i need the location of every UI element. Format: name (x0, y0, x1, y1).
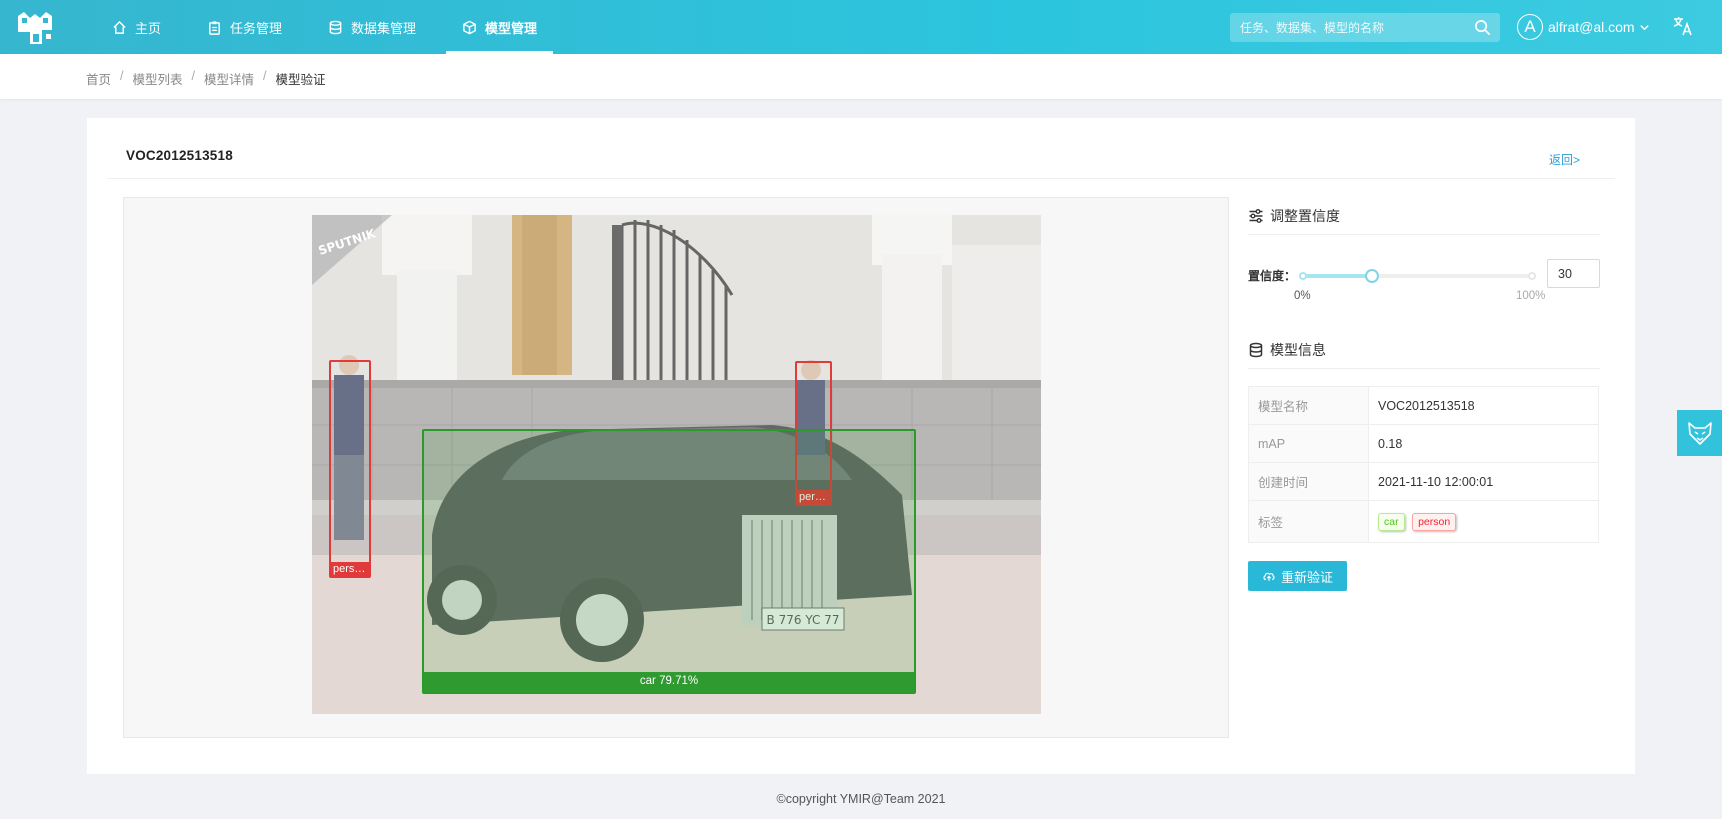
nav-tasks-label: 任务管理 (230, 20, 283, 36)
settings-panel: 调整置信度 置信度： 0% 100% 模型信息 模型名称 VOC20125135… (1248, 197, 1600, 591)
breadcrumb-home[interactable]: 首页 (86, 69, 111, 88)
confidence-heading: 调整置信度 (1270, 207, 1340, 224)
slider-track-fill (1303, 274, 1372, 278)
info-key: 模型名称 (1248, 386, 1369, 425)
nav-home[interactable]: 主页 (96, 0, 177, 54)
tag-list: car person (1368, 500, 1599, 543)
table-row: 模型名称 VOC2012513518 (1248, 386, 1599, 425)
breadcrumb-model-detail[interactable]: 模型详情 (204, 69, 254, 88)
fox-logo-icon (1687, 422, 1712, 445)
nav-models-label: 模型管理 (485, 20, 538, 36)
info-value: VOC2012513518 (1368, 386, 1599, 425)
language-switch-icon[interactable] (1672, 15, 1694, 37)
avatar: A (1517, 14, 1543, 40)
database-icon (329, 20, 342, 34)
validation-card: VOC2012513518 返回> B 776 YC 77 SPUTNIK pe… (87, 118, 1635, 774)
nav-datasets[interactable]: 数据集管理 (312, 0, 432, 54)
top-navigation-bar: 主页 任务管理 数据集管理 模型管理 A alfrat@al.com (0, 0, 1722, 54)
table-row: 标签 car person (1248, 500, 1599, 543)
sliders-icon (1249, 208, 1263, 223)
breadcrumb-separator: / (191, 69, 195, 83)
revalidate-button[interactable]: 重新验证 (1248, 561, 1347, 591)
confidence-control: 置信度： 0% 100% (1248, 235, 1600, 331)
main-nav: 主页 任务管理 数据集管理 模型管理 (96, 0, 567, 54)
detection-label: car 79.71% (424, 672, 914, 692)
model-info-table: 模型名称 VOC2012513518 mAP 0.18 创建时间 2021-11… (1248, 386, 1599, 543)
nav-home-label: 主页 (135, 20, 162, 36)
breadcrumb: 首页 / 模型列表 / 模型详情 / 模型验证 (86, 69, 326, 88)
user-menu[interactable]: A alfrat@al.com (1517, 12, 1650, 42)
model-info-heading: 模型信息 (1270, 341, 1326, 358)
detection-label: perso... (331, 562, 369, 576)
image-preview-panel: B 776 YC 77 SPUTNIK perso... pers... car… (123, 197, 1229, 738)
nav-models[interactable]: 模型管理 (446, 0, 554, 54)
ymir-logo[interactable] (16, 10, 54, 46)
slider-min-label: 0% (1294, 290, 1311, 302)
breadcrumb-separator: / (263, 69, 267, 83)
info-value: 2021-11-10 12:00:01 (1368, 462, 1599, 501)
confidence-slider[interactable] (1299, 269, 1536, 283)
table-row: mAP 0.18 (1248, 424, 1599, 463)
detection-box-person-left[interactable]: perso... (329, 360, 371, 578)
info-value: 0.18 (1368, 424, 1599, 463)
detection-box-car[interactable]: car 79.71% (422, 429, 916, 694)
home-icon (113, 20, 126, 34)
table-row: 创建时间 2021-11-10 12:00:01 (1248, 462, 1599, 501)
page-title: VOC2012513518 (126, 148, 233, 163)
breadcrumb-bar: 首页 / 模型列表 / 模型详情 / 模型验证 (0, 54, 1722, 99)
info-key: 标签 (1248, 500, 1369, 543)
tag-car: car (1378, 512, 1405, 531)
back-link[interactable]: 返回> (1549, 151, 1580, 168)
database-icon (1249, 342, 1263, 357)
search-icon[interactable] (1474, 19, 1491, 36)
footer-copyright: ©copyright YMIR@Team 2021 (776, 792, 946, 806)
breadcrumb-model-list[interactable]: 模型列表 (133, 69, 183, 88)
nav-datasets-label: 数据集管理 (351, 20, 417, 36)
info-key: mAP (1248, 424, 1369, 463)
global-search (1230, 13, 1500, 42)
slider-min-dot (1299, 272, 1307, 280)
chevron-down-icon (1639, 24, 1649, 30)
info-key: 创建时间 (1248, 462, 1369, 501)
divider (107, 178, 1615, 179)
confidence-label: 置信度： (1248, 269, 1297, 283)
confidence-input[interactable] (1547, 259, 1600, 288)
breadcrumb-current: 模型验证 (275, 73, 326, 87)
confidence-section-header: 调整置信度 (1248, 197, 1600, 235)
slider-max-dot (1528, 272, 1536, 280)
cloud-upload-icon (1263, 572, 1275, 581)
revalidate-label: 重新验证 (1280, 569, 1333, 585)
cube-icon (463, 20, 476, 34)
slider-handle[interactable] (1364, 269, 1379, 283)
clipboard-icon (209, 20, 220, 35)
floating-assistant-button[interactable] (1677, 410, 1722, 456)
tag-person: person (1412, 512, 1457, 531)
user-email: alfrat@al.com (1548, 19, 1635, 35)
search-input[interactable] (1230, 13, 1470, 42)
nav-tasks[interactable]: 任务管理 (191, 0, 298, 54)
slider-max-label: 100% (1516, 290, 1546, 302)
model-info-section-header: 模型信息 (1248, 331, 1600, 369)
breadcrumb-separator: / (120, 69, 124, 83)
validation-image: B 776 YC 77 SPUTNIK perso... pers... car… (312, 215, 1041, 714)
